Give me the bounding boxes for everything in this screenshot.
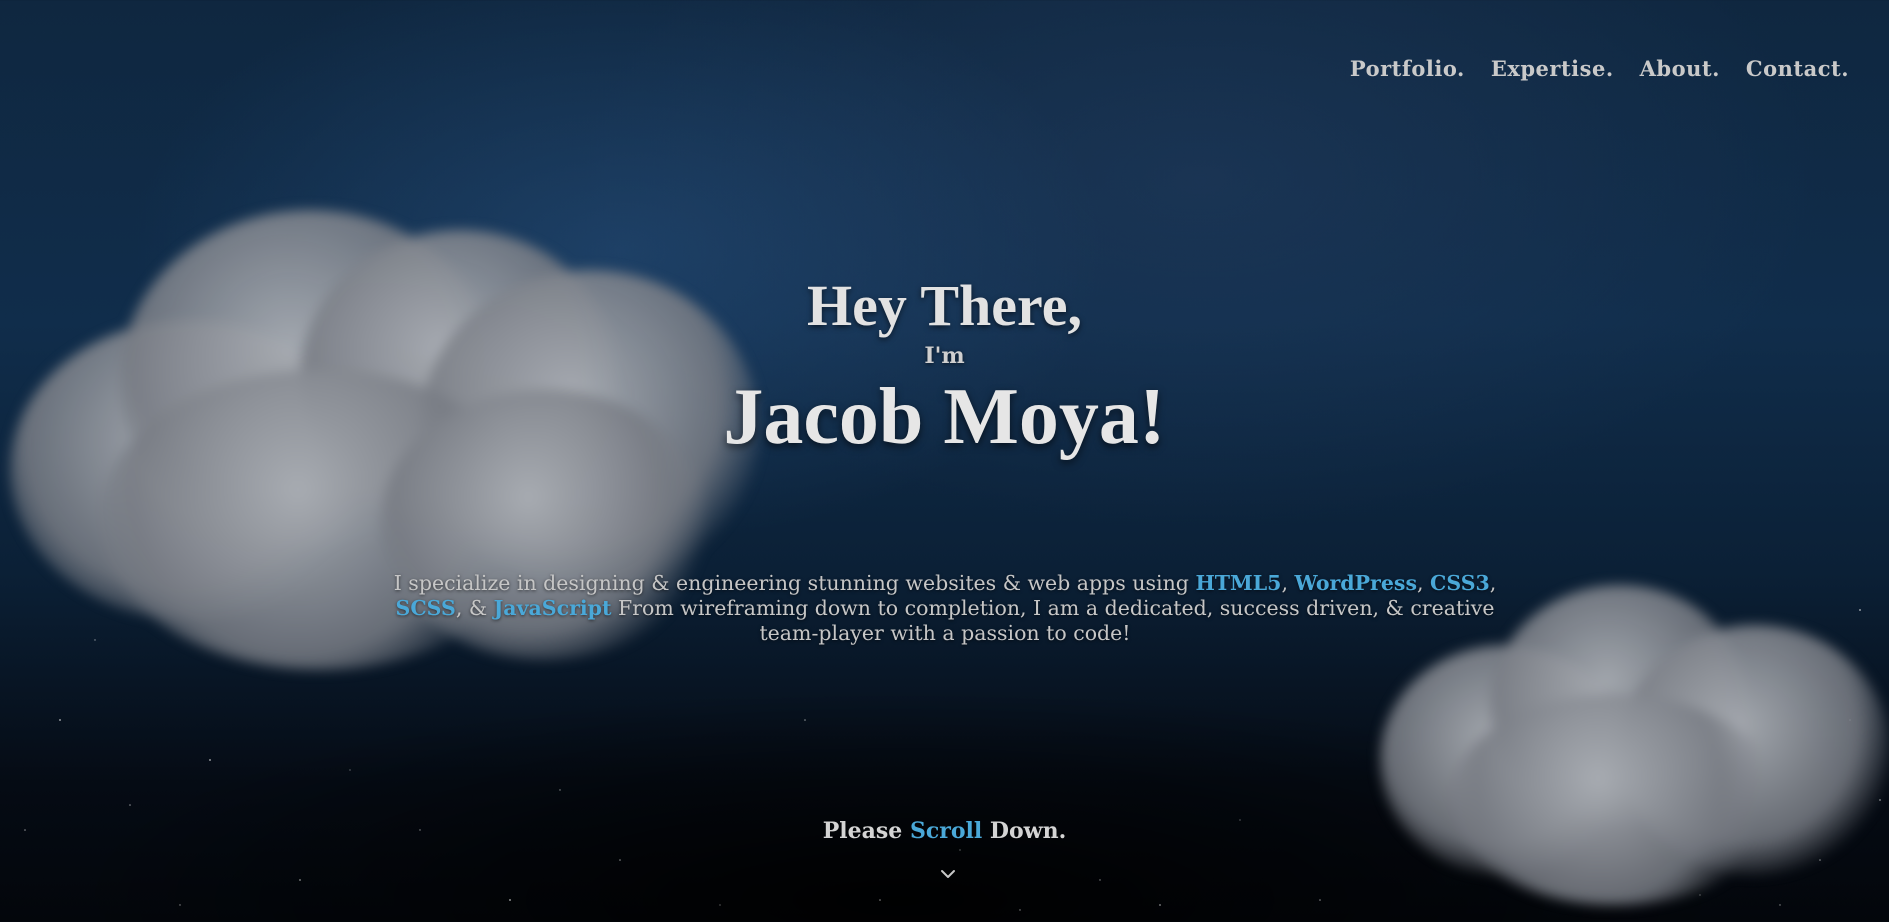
skill-javascript: JavaScript [493, 595, 612, 620]
scroll-prompt-after: Down. [982, 818, 1067, 844]
intro-separator: , [1416, 570, 1431, 595]
hero-name: Jacob Moya! [723, 373, 1166, 461]
hero-greeting: Hey There, [807, 273, 1082, 338]
skill-css3: CSS3 [1430, 570, 1490, 595]
intro-paragraph: I specialize in designing & engineering … [380, 571, 1510, 646]
skill-scss: SCSS [395, 595, 456, 620]
intro-text-end: From wireframing down to completion, I a… [611, 595, 1495, 645]
intro-separator: , [1489, 570, 1497, 595]
hero-im: I'm [924, 343, 965, 369]
skill-html5: HTML5 [1195, 570, 1282, 595]
skill-wordpress: WordPress [1294, 570, 1417, 595]
scroll-link[interactable]: Scroll [910, 818, 982, 844]
intro-text-start: I specialize in designing & engineering … [393, 570, 1196, 595]
scroll-prompt: Please Scroll Down. [0, 818, 1889, 844]
nav-item-expertise[interactable]: Expertise. [1491, 56, 1614, 81]
chevron-down-icon[interactable] [938, 866, 958, 882]
intro-separator: , & [455, 595, 494, 620]
intro-separator: , [1281, 570, 1295, 595]
scroll-prompt-before: Please [822, 818, 910, 844]
nav-item-portfolio[interactable]: Portfolio. [1350, 56, 1465, 81]
nav-item-contact[interactable]: Contact. [1746, 56, 1849, 81]
main-navigation: Portfolio. Expertise. About. Contact. [1350, 56, 1849, 81]
nav-item-about[interactable]: About. [1640, 56, 1720, 81]
